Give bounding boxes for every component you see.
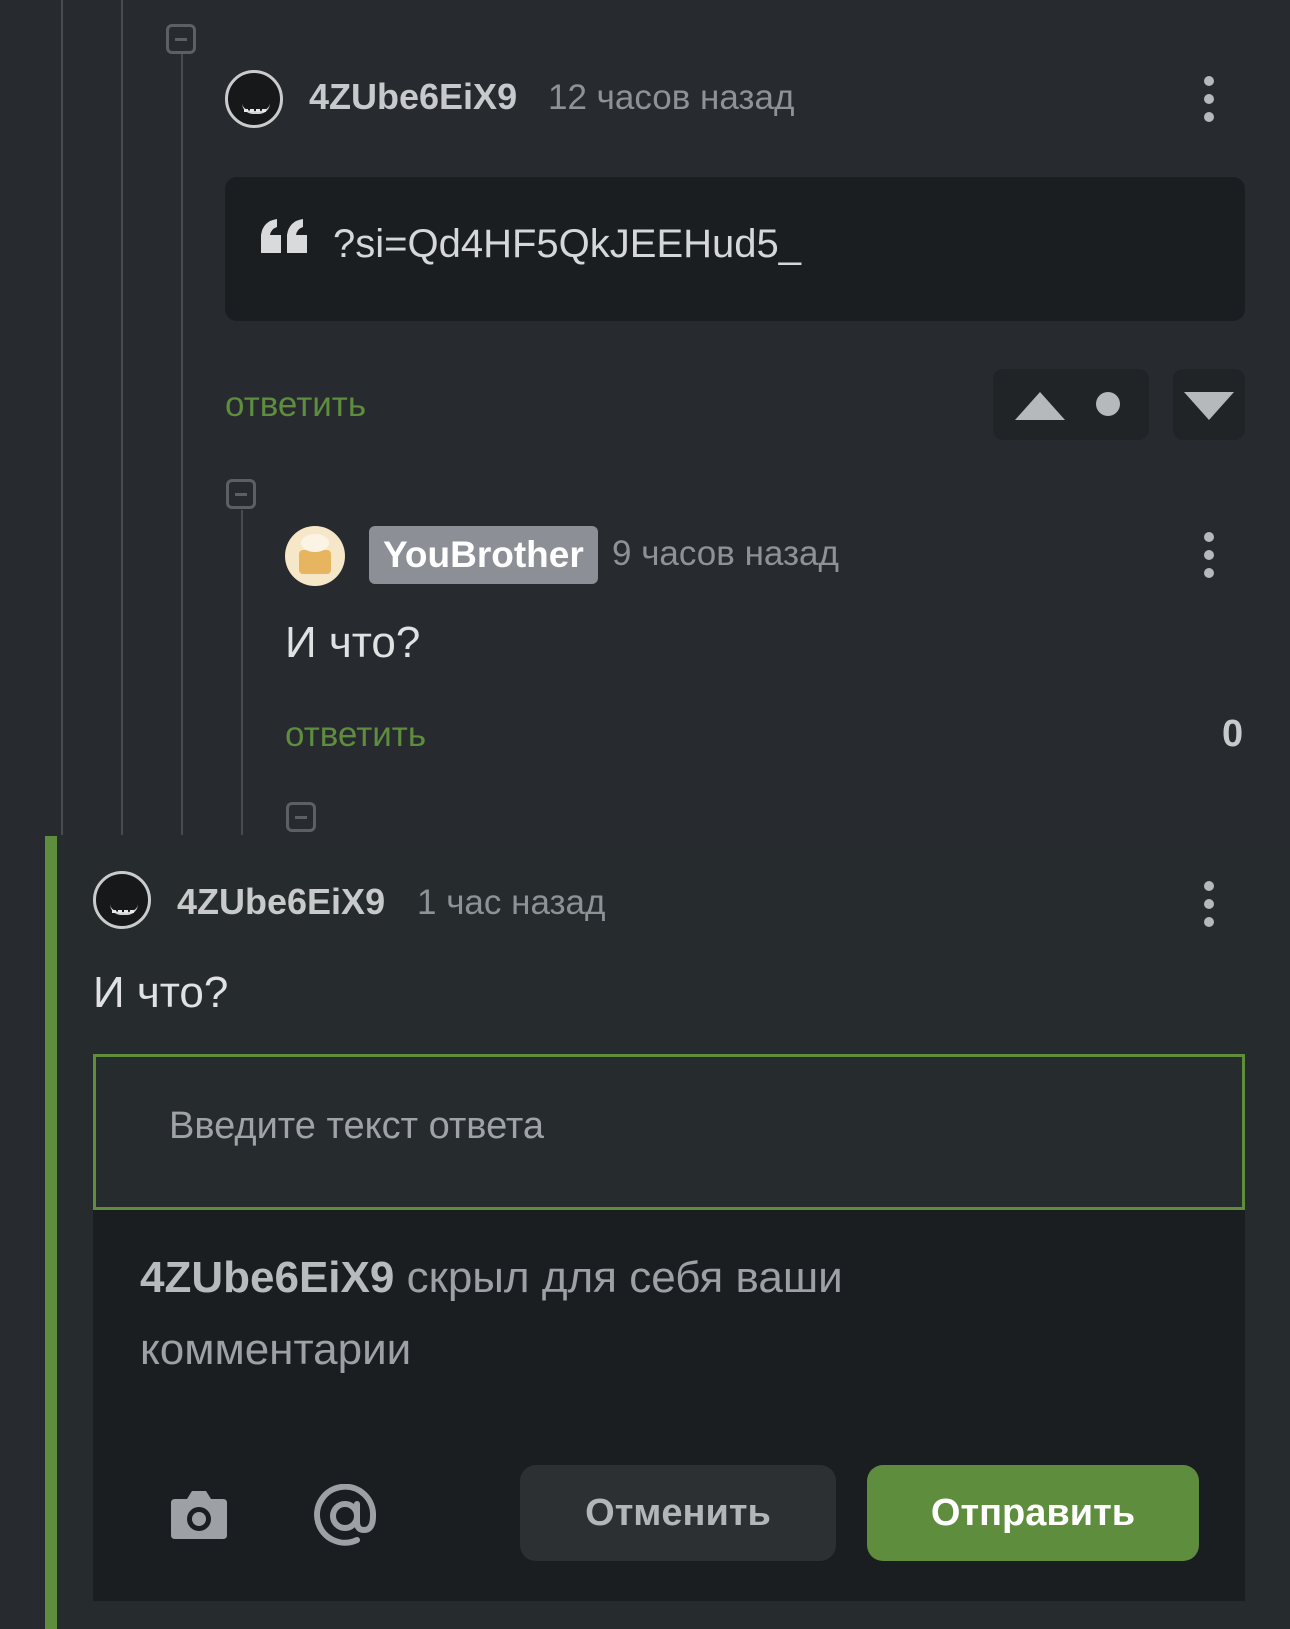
send-button[interactable]: Отправить <box>867 1465 1199 1561</box>
comment-username[interactable]: 4ZUbe6EiX9 <box>177 881 385 923</box>
thread-line <box>241 510 243 835</box>
avatar[interactable] <box>285 526 345 586</box>
comment-time: 1 час назад <box>417 883 606 922</box>
comment-username: YouBrother <box>383 534 584 575</box>
notice-username[interactable]: 4ZUbe6EiX9 <box>140 1253 394 1302</box>
hidden-notice: 4ZUbe6EiX9 скрыл для себя ваши комментар… <box>140 1242 940 1386</box>
reply-link[interactable]: ответить <box>225 385 366 425</box>
quote-icon <box>261 219 307 253</box>
at-icon[interactable] <box>313 1484 377 1548</box>
collapse-icon[interactable] <box>166 24 196 54</box>
comment-username[interactable]: 4ZUbe6EiX9 <box>309 76 517 118</box>
comment-text: И что? <box>93 968 229 1017</box>
kebab-icon[interactable] <box>1203 881 1215 931</box>
kebab-icon[interactable] <box>1203 76 1215 126</box>
camera-icon[interactable] <box>171 1489 227 1539</box>
thread-line <box>61 0 63 835</box>
downvote-box[interactable] <box>1173 369 1245 440</box>
comment-time: 9 часов назад <box>612 534 839 573</box>
vote-box <box>993 369 1149 440</box>
rating-dot <box>1096 392 1120 416</box>
quote-block: ?si=Qd4HF5QkJEEHud5_ <box>225 177 1245 321</box>
send-button-label: Отправить <box>930 1492 1136 1534</box>
cancel-button-label: Отменить <box>585 1492 771 1534</box>
reply-link[interactable]: ответить <box>285 715 426 755</box>
reply-panel: 4ZUbe6EiX9 скрыл для себя ваши комментар… <box>93 1210 1245 1601</box>
thread-line <box>181 54 183 835</box>
username-badge[interactable]: YouBrother <box>369 526 598 584</box>
upvote-icon[interactable] <box>1015 392 1065 420</box>
avatar[interactable] <box>225 70 283 128</box>
cancel-button[interactable]: Отменить <box>520 1465 836 1561</box>
rating-value: 0 <box>1222 713 1244 755</box>
reply-input[interactable]: Введите текст ответа <box>93 1054 1245 1210</box>
reply-input-placeholder: Введите текст ответа <box>169 1105 545 1147</box>
avatar[interactable] <box>93 871 151 929</box>
downvote-icon[interactable] <box>1184 392 1234 420</box>
active-indicator <box>45 836 57 1629</box>
collapse-icon[interactable] <box>286 802 316 832</box>
comment-time: 12 часов назад <box>548 78 795 117</box>
quote-text: ?si=Qd4HF5QkJEEHud5_ <box>333 222 802 266</box>
comment-text: И что? <box>285 618 421 667</box>
kebab-icon[interactable] <box>1203 532 1215 582</box>
thread-line <box>121 0 123 835</box>
active-comment: 4ZUbe6EiX9 1 час назад И что? Введите те… <box>45 836 1290 1629</box>
collapse-icon[interactable] <box>226 479 256 509</box>
